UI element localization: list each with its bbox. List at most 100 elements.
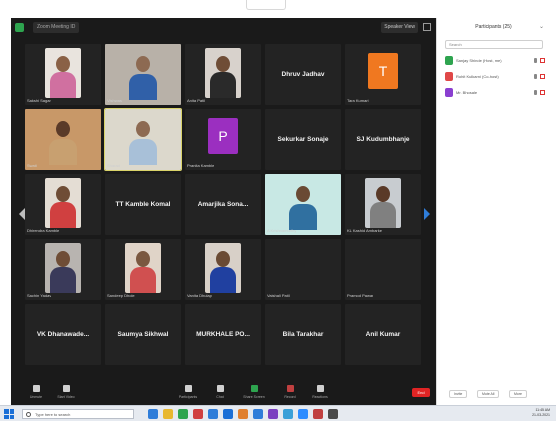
participant-search-input[interactable]: Search bbox=[445, 40, 543, 49]
person-body bbox=[50, 267, 76, 293]
participant-tile[interactable]: Bila Tarakhar bbox=[265, 304, 341, 365]
search-icon bbox=[26, 412, 31, 417]
participant-video bbox=[25, 109, 101, 170]
participant-avatar: T bbox=[368, 52, 398, 89]
participant-row[interactable]: Sanjay Shinde (Host, me) bbox=[445, 56, 545, 66]
participant-name-label: Sakshi Sagar bbox=[27, 98, 51, 103]
participant-tile[interactable]: T Tara Kumari bbox=[345, 44, 421, 105]
system-tray[interactable]: 11:45 AM 21-03-2021 bbox=[532, 408, 550, 418]
toolbar-label: Start Video bbox=[57, 395, 75, 399]
participant-name-label: Sachin Yadav bbox=[27, 293, 52, 298]
participant-tile[interactable]: P Pranita Kamble bbox=[185, 109, 261, 170]
participant-tile[interactable]: TT Kamble Komal bbox=[105, 174, 181, 235]
participant-name-label: Swati bbox=[27, 163, 37, 168]
taskbar-app-icon[interactable] bbox=[298, 409, 308, 419]
participant-tile[interactable]: Sharad bbox=[104, 108, 182, 171]
participant-tile[interactable]: Anita Patil bbox=[185, 44, 261, 105]
fullscreen-icon[interactable] bbox=[423, 23, 431, 31]
participant-tile[interactable]: Vaishali Patil bbox=[265, 239, 341, 300]
participant-name-label: Dhirendra Kamble bbox=[27, 228, 60, 233]
taskbar-search-input[interactable]: Type here to search bbox=[22, 409, 134, 419]
taskbar-app-icon[interactable] bbox=[163, 409, 173, 419]
participant-avatar-icon bbox=[445, 72, 453, 81]
participant-display-name: Bila Tarakhar bbox=[282, 331, 324, 338]
window-handle[interactable] bbox=[246, 0, 286, 10]
person-head bbox=[56, 121, 70, 137]
camera-off-icon[interactable] bbox=[540, 90, 545, 95]
participant-tile[interactable]: Dhruv Jadhav bbox=[265, 44, 341, 105]
participant-tile[interactable]: Vishwas bbox=[105, 44, 181, 105]
toolbar-button-reactions[interactable]: Reactions bbox=[303, 385, 337, 403]
participant-video bbox=[105, 109, 181, 170]
participant-display-name: Saumya Sikhwal bbox=[117, 331, 169, 338]
camera-off-icon[interactable] bbox=[540, 74, 545, 79]
person-head bbox=[136, 121, 150, 137]
panel-invite-button[interactable]: Invite bbox=[449, 390, 468, 398]
taskbar-app-icon[interactable] bbox=[253, 409, 263, 419]
next-page-icon[interactable] bbox=[424, 208, 430, 220]
participant-tile[interactable]: Saumya Sikhwal bbox=[105, 304, 181, 365]
toolbar-button-start-video[interactable]: Start Video bbox=[49, 385, 83, 403]
toolbar-label: Unmute bbox=[29, 395, 43, 399]
taskbar-app-icon[interactable] bbox=[178, 409, 188, 419]
participant-tile[interactable]: MURKHALE PO... bbox=[185, 304, 261, 365]
toolbar-button-share-screen[interactable]: Share Screen bbox=[237, 385, 271, 403]
toolbar-label: Record bbox=[284, 395, 296, 399]
microphone-icon[interactable] bbox=[534, 90, 537, 95]
participant-tile[interactable]: VK Dhanawade... bbox=[25, 304, 101, 365]
participant-display-name: MURKHALE PO... bbox=[196, 331, 250, 338]
toolbar-button-participants[interactable]: Participants bbox=[171, 385, 205, 403]
taskbar-app-icon[interactable] bbox=[223, 409, 233, 419]
participant-name-label: Vishwas bbox=[107, 98, 122, 103]
meeting-info[interactable]: Zoom Meeting ID bbox=[33, 22, 80, 33]
toolbar-button-chat[interactable]: Chat bbox=[203, 385, 237, 403]
security-shield-icon[interactable] bbox=[15, 23, 24, 32]
participant-display-name: VK Dhanawade... bbox=[36, 331, 90, 338]
toolbar-button-record[interactable]: Record bbox=[273, 385, 307, 403]
participant-tile[interactable]: Sachin Yadav bbox=[25, 239, 101, 300]
taskbar-app-icon[interactable] bbox=[328, 409, 338, 419]
meeting-topbar: Zoom Meeting ID Speaker View bbox=[11, 18, 436, 38]
participant-name-label: KL Kashid Ambarke bbox=[347, 228, 382, 233]
taskbar-app-icon[interactable] bbox=[193, 409, 203, 419]
panel-more-button[interactable]: More bbox=[509, 390, 527, 398]
person-head bbox=[56, 186, 70, 202]
participant-tile[interactable]: Sekurkar Sonaje bbox=[265, 109, 341, 170]
participant-tile[interactable]: Amarjika Sona... bbox=[185, 174, 261, 235]
participant-tile[interactable]: Anil Kumar bbox=[345, 304, 421, 365]
taskbar-app-icon[interactable] bbox=[148, 409, 158, 419]
participant-tile[interactable]: KL Kashid Ambarke bbox=[345, 174, 421, 235]
participant-row[interactable]: Mr. Bhosale bbox=[445, 88, 545, 98]
participants-icon bbox=[184, 385, 192, 392]
windows-start-icon[interactable] bbox=[4, 409, 14, 419]
microphone-icon[interactable] bbox=[534, 58, 537, 63]
taskbar-app-icon[interactable] bbox=[208, 409, 218, 419]
end-meeting-button[interactable]: End bbox=[412, 388, 430, 397]
participant-tile[interactable]: A Krishnamurthy bbox=[265, 174, 341, 235]
view-toggle-button[interactable]: Speaker View bbox=[381, 22, 418, 33]
participant-tile[interactable]: Dhirendra Kamble bbox=[25, 174, 101, 235]
participant-tile[interactable]: Vanita Dhulap bbox=[185, 239, 261, 300]
microphone-icon[interactable] bbox=[534, 74, 537, 79]
participant-name-label: Vaishali Patil bbox=[267, 293, 290, 298]
toolbar-button-unmute[interactable]: Unmute bbox=[19, 385, 53, 403]
person-body bbox=[289, 204, 317, 230]
participant-video bbox=[365, 178, 401, 228]
person-head bbox=[136, 251, 150, 267]
participant-tile[interactable]: Sakshi Sagar bbox=[25, 44, 101, 105]
taskbar-app-icon[interactable] bbox=[238, 409, 248, 419]
participant-name-label: Anita Patil bbox=[187, 98, 206, 103]
panel-popout-icon[interactable]: ⌄ bbox=[539, 23, 544, 30]
participant-tile[interactable]: SJ Kudumbhanje bbox=[345, 109, 421, 170]
panel-mute-all-button[interactable]: Mute All bbox=[477, 390, 500, 398]
taskbar-app-icon[interactable] bbox=[313, 409, 323, 419]
participant-tile[interactable]: Swati bbox=[25, 109, 101, 170]
taskbar-app-icon[interactable] bbox=[268, 409, 278, 419]
taskbar-app-icon[interactable] bbox=[283, 409, 293, 419]
participant-name-label: Tara Kumari bbox=[347, 98, 369, 103]
participant-tile[interactable]: Sandeep Dhole bbox=[105, 239, 181, 300]
camera-off-icon[interactable] bbox=[540, 58, 545, 63]
person-head bbox=[216, 56, 230, 72]
participant-tile[interactable]: Pramod Pawar bbox=[345, 239, 421, 300]
participant-row[interactable]: Rohit Kulkarni (Co-host) bbox=[445, 72, 545, 82]
